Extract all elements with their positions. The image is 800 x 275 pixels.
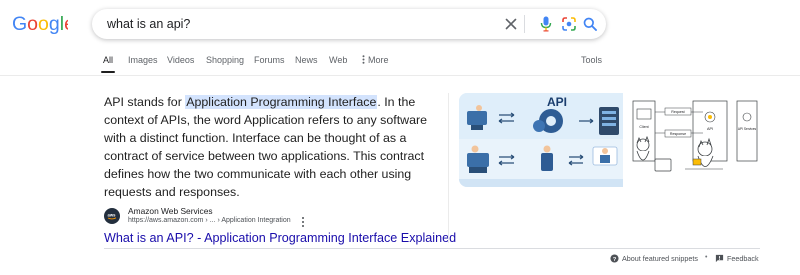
diagram-request-label: Request <box>671 110 684 114</box>
api-image-title: API <box>547 95 567 109</box>
tab-images[interactable]: Images <box>128 55 158 65</box>
google-lens-icon[interactable] <box>559 14 579 34</box>
tab-forums[interactable]: Forums <box>254 55 285 65</box>
diagram-response-label: Response <box>670 132 686 136</box>
tab-news[interactable]: News <box>295 55 318 65</box>
feedback-icon <box>715 254 724 263</box>
svg-text:?: ? <box>613 257 617 263</box>
tabs-divider <box>0 75 800 76</box>
svg-text:Google: Google <box>12 13 68 35</box>
panel-divider <box>448 93 449 243</box>
clear-icon[interactable] <box>501 14 521 34</box>
more-vert-icon <box>362 55 365 64</box>
result-source[interactable]: aws Amazon Web Services https://aws.amaz… <box>104 205 364 229</box>
tab-all[interactable]: All <box>103 55 113 65</box>
microphone-icon[interactable] <box>536 14 556 34</box>
search-icon[interactable] <box>580 14 600 34</box>
snippet-text-start: API stands for <box>104 95 186 109</box>
svg-text:aws: aws <box>108 213 117 218</box>
site-name: Amazon Web Services <box>128 206 213 216</box>
search-bar <box>92 9 606 39</box>
featured-snippet-text: API stands for Application Programming I… <box>104 93 444 202</box>
snippet-image-panel[interactable]: API Client Request Response API API Serv… <box>459 93 761 187</box>
snippet-highlight: Application Programming Interface <box>185 95 378 109</box>
google-logo[interactable]: Google <box>12 11 68 37</box>
diagram-client-label: Client <box>639 125 648 129</box>
tab-web[interactable]: Web <box>329 55 347 65</box>
search-divider <box>524 15 525 33</box>
search-input[interactable] <box>107 9 487 39</box>
about-featured-snippets-link[interactable]: About featured snippets <box>622 254 698 263</box>
api-illustration-image[interactable]: API <box>459 93 623 187</box>
site-url: https://aws.amazon.com › ... › Applicati… <box>128 217 291 224</box>
aws-favicon-icon: aws <box>104 208 120 224</box>
result-title-link[interactable]: What is an API? - Application Programmin… <box>104 231 456 245</box>
api-diagram-image[interactable]: Client Request Response API API Services <box>625 93 761 187</box>
tab-shopping[interactable]: Shopping <box>206 55 244 65</box>
tab-more[interactable]: More <box>362 55 389 65</box>
footer-divider <box>104 248 760 249</box>
active-tab-indicator <box>101 71 115 73</box>
search-tabs: All Images Videos Shopping Forums News W… <box>0 50 800 74</box>
tools-button[interactable]: Tools <box>581 55 602 65</box>
help-icon: ? <box>610 254 619 263</box>
feedback-link[interactable]: Feedback <box>727 254 759 263</box>
snippet-text-rest: . In the context of APIs, the word Appli… <box>104 95 428 200</box>
diagram-api-services-label: API Services <box>738 127 757 131</box>
tab-more-label: More <box>368 55 389 65</box>
footer-separator: • <box>705 254 708 261</box>
more-options-icon[interactable] <box>299 215 307 227</box>
diagram-api-label: API <box>707 127 713 131</box>
tab-videos[interactable]: Videos <box>167 55 194 65</box>
